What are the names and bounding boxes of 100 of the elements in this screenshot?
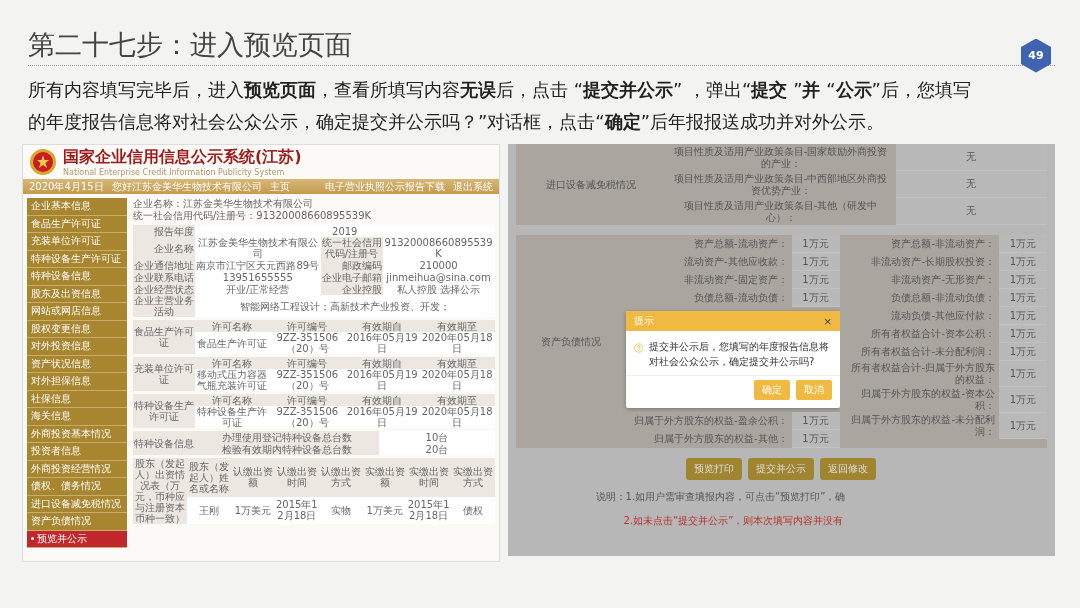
table-header: 许可编号	[269, 320, 345, 332]
field-label: 企业电子邮箱	[320, 271, 383, 283]
date-text: 2020年4月15日	[29, 179, 104, 194]
sidebar-item[interactable]: 投资者信息	[27, 443, 127, 461]
table-header: 许可名称	[195, 394, 270, 406]
sidebar-item[interactable]: 特种设备信息	[27, 268, 127, 286]
table-header: 有效期至	[419, 357, 495, 369]
section-label: 股东（发起人）出资情况表（万元，币种应与注册资本币种一致）	[133, 458, 187, 524]
table-cell: 1万元	[791, 253, 840, 271]
page-number-badge: 49	[1021, 38, 1051, 73]
system-title: 国家企业信用信息公示系统(江苏)	[63, 147, 302, 168]
page-button[interactable]: 返回修改	[820, 458, 877, 480]
field-label: 办理使用登记特种设备总台数	[195, 431, 380, 443]
system-subtitle: National Enterprise Credit Information Publicity System	[63, 168, 286, 177]
sidebar-item[interactable]: 资产负债情况	[27, 513, 127, 531]
table-cell: 特种设备生产许可证	[195, 406, 270, 428]
emblem-icon	[29, 148, 57, 176]
credit-code: 统一社会信用代码/注册号：91320008660895539K	[133, 210, 372, 222]
table-header: 有效期至	[419, 320, 495, 332]
table-cell: 1万元	[999, 387, 1047, 413]
table-header: 实缴出资时间	[406, 458, 451, 497]
table-cell: 1万元	[999, 325, 1047, 343]
home-link[interactable]: 主页	[269, 179, 290, 194]
sidebar-item[interactable]: 企业基本信息	[27, 198, 127, 216]
dialog-button[interactable]: 取消	[795, 380, 832, 400]
table-cell: 1万元	[999, 253, 1047, 271]
table-cell: 2020年05月18日	[419, 332, 495, 354]
table-header: 许可编号	[269, 394, 345, 406]
field-label: 检验有效期内特种设备总台数	[195, 443, 380, 455]
table-header: 股东（发起人）姓名或名称	[187, 458, 231, 497]
table-header: 有效期自	[344, 320, 420, 332]
section-label: 进口设备减免税情况	[515, 144, 666, 225]
table-cell: 2016年05月19日	[344, 332, 420, 354]
table-header: 认缴出资时间	[274, 458, 319, 497]
table-cell: 江苏金美华生物技术有限公司	[195, 237, 321, 259]
table-header: 认缴出资额	[230, 458, 275, 497]
field-label: 项目性质及适用产业政策条目-中西部地区外商投资优势产业：	[665, 171, 896, 198]
logout-link[interactable]: 退出系统	[452, 179, 493, 194]
greeting-text: 您好江苏金美华生物技术有限公司	[111, 179, 262, 194]
table-header: 有效期至	[419, 394, 495, 406]
sidebar-item[interactable]: 对外投资信息	[27, 338, 127, 356]
dialog-button[interactable]: 确定	[753, 380, 790, 400]
sidebar-item[interactable]: 债权、债务情况	[27, 478, 127, 496]
table-cell: 1万元	[791, 412, 840, 430]
field-label: 企业主营业务活动	[133, 295, 195, 317]
field-label: 企业名称	[133, 237, 195, 259]
table-header: 许可名称	[195, 320, 270, 332]
page-button[interactable]: 预览打印	[686, 458, 743, 480]
table-cell: 1万元	[999, 307, 1047, 325]
note-text: 说明：1.如用户需审查填报内容，可点击“预览打印”，确	[594, 490, 847, 504]
table-cell: 移动式压力容器气瓶充装许可证	[195, 369, 270, 391]
dialog-message: 提交并公示后，您填写的年度报告信息将对社会公众公示，确定提交并公示吗?	[649, 340, 831, 369]
table-header: 实缴出资额	[362, 458, 407, 497]
field-label: 统一社会信用代码/注册号	[320, 237, 383, 259]
instruction-paragraph: 所有内容填写完毕后，进入预览页面，查看所填写内容无误后，点击 “提交并公示” ，弹出“提交 ”并 “公示”后，您填写的年度报告信息将对社会公众公示，确定提交并公示吗？”对话框，点击“确定”后年报报送成功并对外公示。	[28, 78, 972, 134]
note-text: 2.如未点击“提交并公示”，则本次填写内容并没有	[622, 514, 845, 528]
section-label: 特种设备生产许可证	[133, 394, 195, 428]
table-header: 实缴出资方式	[450, 458, 495, 497]
field-label: 报告年度	[133, 225, 195, 237]
field-label: 企业通信地址	[133, 259, 195, 271]
field-label: 企业控股	[320, 283, 383, 295]
table-header: 许可编号	[269, 357, 345, 369]
table-cell: 南京市江宁区天元西路89号	[195, 259, 321, 271]
sidebar-item[interactable]: 海关信息	[27, 408, 127, 426]
field-label: 项目性质及适用产业政策条目-其他（研发中心）：	[665, 198, 896, 225]
table-cell: 1万元	[999, 235, 1047, 253]
field-label: 邮政编码	[320, 259, 383, 271]
download-link[interactable]: 电子营业执照公示报告下载	[324, 179, 445, 194]
field-label: 企业联系电话	[133, 271, 195, 283]
section-label: 充装单位许可证	[133, 357, 195, 391]
table-header: 认缴出资方式	[318, 458, 363, 497]
table-cell: 1万元	[999, 361, 1047, 387]
table-cell: 1万元	[999, 343, 1047, 361]
sidebar-item[interactable]: 网站或网店信息	[27, 303, 127, 321]
table-cell: 2016年05月19日	[344, 369, 420, 391]
table-cell: 2020年05月18日	[419, 406, 495, 428]
table-cell: 1万元	[791, 235, 840, 253]
table-cell: 1万元	[791, 289, 840, 307]
table-cell: 1万元	[999, 271, 1047, 289]
field-label: 企业经营状态	[133, 283, 195, 295]
dialog-title: 提示	[633, 314, 654, 328]
table-header: 有效期自	[344, 394, 420, 406]
table-cell: 2020年05月18日	[419, 369, 495, 391]
table-cell: 1万元	[791, 271, 840, 289]
table-cell: 2016年05月19日	[344, 406, 420, 428]
sidebar-item[interactable]: 对外担保信息	[27, 373, 127, 391]
close-button[interactable]: ×	[823, 313, 832, 329]
section-label: 特种设备信息	[133, 431, 195, 455]
sidebar-item[interactable]: 充装单位许可证	[27, 233, 127, 251]
field-label: 项目性质及适用产业政策条目-国家鼓励外商投资的产业：	[665, 144, 896, 171]
page-button[interactable]: 提交并公示	[748, 458, 815, 480]
table-cell: 1万元	[999, 413, 1047, 439]
company-name: 企业名称：江苏金美华生物技术有限公司	[133, 198, 313, 210]
table-header: 许可名称	[195, 357, 270, 369]
table-cell: 1万元	[999, 289, 1047, 307]
slide-title: 第二十七步：进入预览页面	[28, 27, 352, 62]
section-label: 食品生产许可证	[133, 320, 195, 354]
table-header: 有效期自	[344, 357, 420, 369]
table-cell: 91320008660895539K	[382, 237, 495, 259]
table-cell: 1万元	[791, 430, 840, 448]
